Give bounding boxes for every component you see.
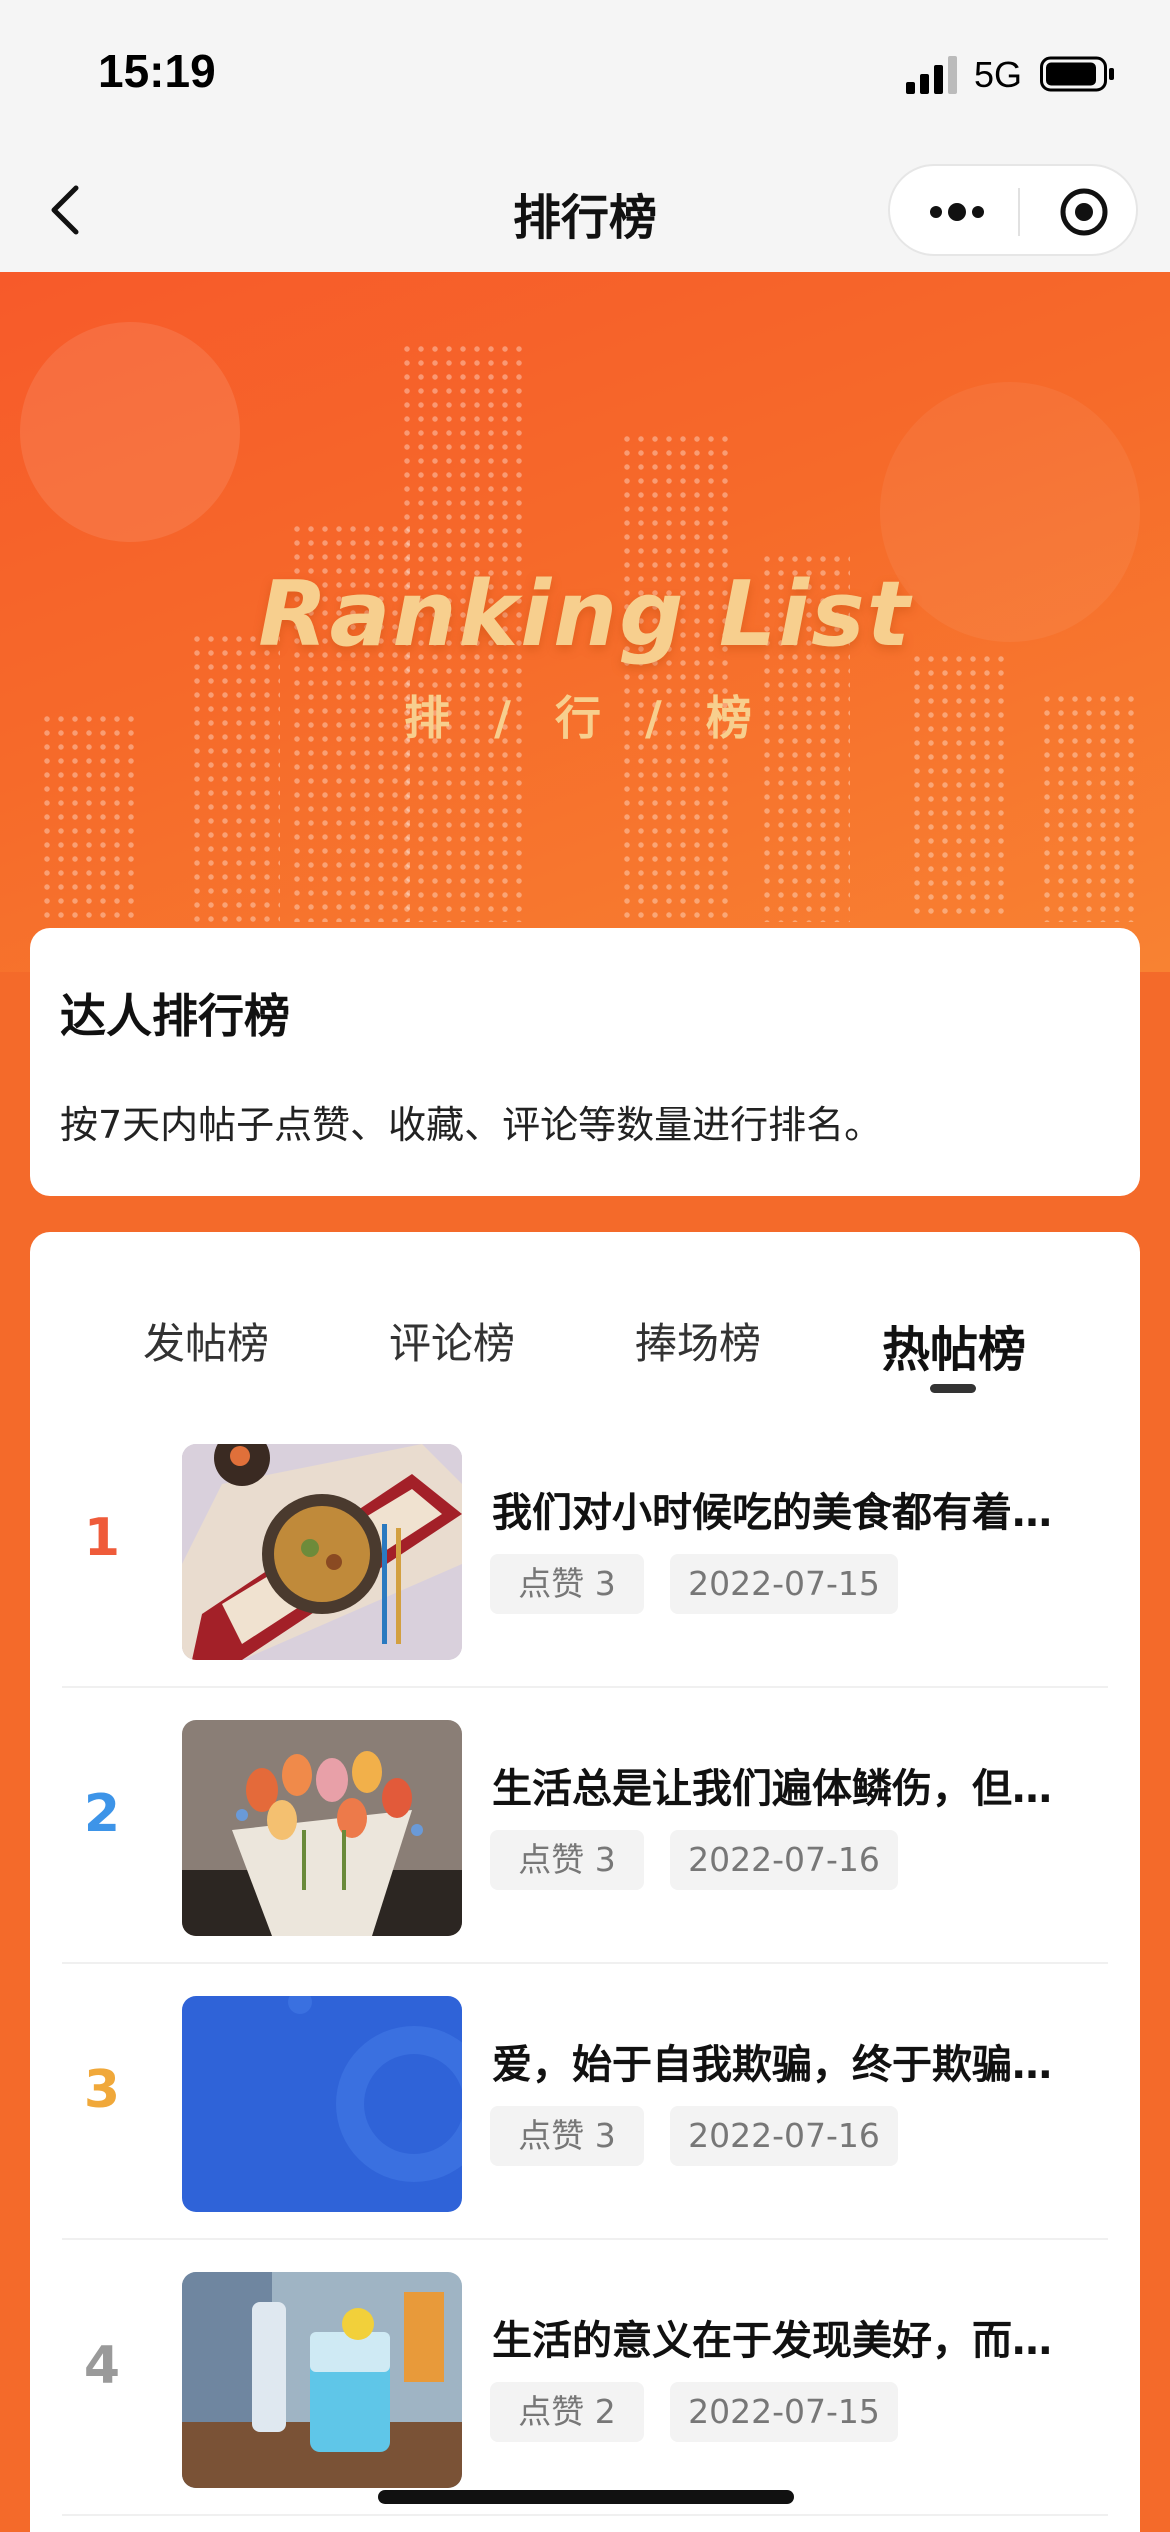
- post-title[interactable]: 生活总是让我们遍体鳞伤，但…: [492, 1756, 1092, 1814]
- rank-number: 4: [83, 2336, 121, 2396]
- more-dots-icon[interactable]: [926, 192, 988, 232]
- ranking-row[interactable]: 4 生活的意义在于发现美好，而… 点赞 2 2022-07-15: [62, 2240, 1108, 2516]
- likes-badge: 点赞 2: [490, 2382, 644, 2442]
- date-badge: 2022-07-16: [670, 2106, 898, 2166]
- ranking-tabs: 发帖榜 评论榜 捧场榜 热帖榜: [30, 1232, 1140, 1412]
- info-card: 达人排行榜 按7天内帖子点赞、收藏、评论等数量进行排名。: [30, 928, 1140, 1196]
- banner-subtitle: 排 / 行 / 榜: [404, 691, 766, 745]
- likes-badge: 点赞 3: [490, 2106, 644, 2166]
- building-decoration: [190, 632, 280, 922]
- ranking-row[interactable]: 3 爱，始于自我欺骗，终于欺骗… 点赞 3 2022-07-16: [62, 1964, 1108, 2240]
- post-thumbnail-blue[interactable]: [182, 1996, 462, 2212]
- post-thumbnail-drink[interactable]: [182, 2272, 462, 2488]
- banner-decoration: [20, 322, 240, 542]
- banner-title: Ranking List: [258, 562, 912, 667]
- ranking-list-card: 发帖榜 评论榜 捧场榜 热帖榜 1 我们对小时候吃的美食都有着… 点赞 3 20…: [30, 1232, 1140, 2532]
- ranking-row[interactable]: 1 我们对小时候吃的美食都有着… 点赞 3 2022-07-15: [62, 1412, 1108, 1688]
- active-tab-indicator: [930, 1384, 976, 1393]
- rank-number: 2: [83, 1784, 121, 1844]
- status-bar: 15:19 5G: [0, 0, 1170, 150]
- network-type: 5G: [974, 54, 1023, 95]
- rank-number: 3: [83, 2060, 121, 2120]
- ranking-row[interactable]: 2 生活总是让我们遍体鳞伤，但… 点赞 3 2022-07-16: [62, 1688, 1108, 1964]
- post-title[interactable]: 我们对小时候吃的美食都有着…: [492, 1480, 1092, 1538]
- tab-comment-ranking[interactable]: 评论榜: [352, 1310, 552, 1371]
- date-badge: 2022-07-16: [670, 1830, 898, 1890]
- tab-hot-post-ranking[interactable]: 热帖榜: [854, 1310, 1054, 1380]
- rank-number: 1: [83, 1508, 121, 1568]
- info-card-description: 按7天内帖子点赞、收藏、评论等数量进行排名。: [60, 1103, 883, 1147]
- tab-posting-ranking[interactable]: 发帖榜: [106, 1310, 306, 1371]
- info-card-title: 达人排行榜: [60, 989, 290, 1043]
- miniprogram-capsule: [888, 164, 1138, 256]
- post-title[interactable]: 生活的意义在于发现美好，而…: [492, 2308, 1092, 2366]
- likes-badge: 点赞 3: [490, 1830, 644, 1890]
- cellular-signal-icon: [906, 56, 957, 94]
- date-badge: 2022-07-15: [670, 1554, 898, 1614]
- home-indicator[interactable]: [378, 2490, 794, 2504]
- post-thumbnail-flowers[interactable]: [182, 1720, 462, 1936]
- ranking-banner: Ranking List 排 / 行 / 榜: [0, 272, 1170, 972]
- post-title[interactable]: 爱，始于自我欺骗，终于欺骗…: [492, 2032, 1092, 2090]
- likes-badge: 点赞 3: [490, 1554, 644, 1614]
- post-thumbnail-food[interactable]: [182, 1444, 462, 1660]
- date-badge: 2022-07-15: [670, 2382, 898, 2442]
- status-time: 15:19: [98, 45, 216, 97]
- battery-icon: [1040, 56, 1114, 92]
- tab-support-ranking[interactable]: 捧场榜: [598, 1310, 798, 1371]
- navigation-bar: 排行榜: [0, 150, 1170, 272]
- building-decoration: [620, 432, 730, 922]
- capsule-divider: [1018, 188, 1020, 236]
- close-target-icon[interactable]: [1058, 186, 1110, 238]
